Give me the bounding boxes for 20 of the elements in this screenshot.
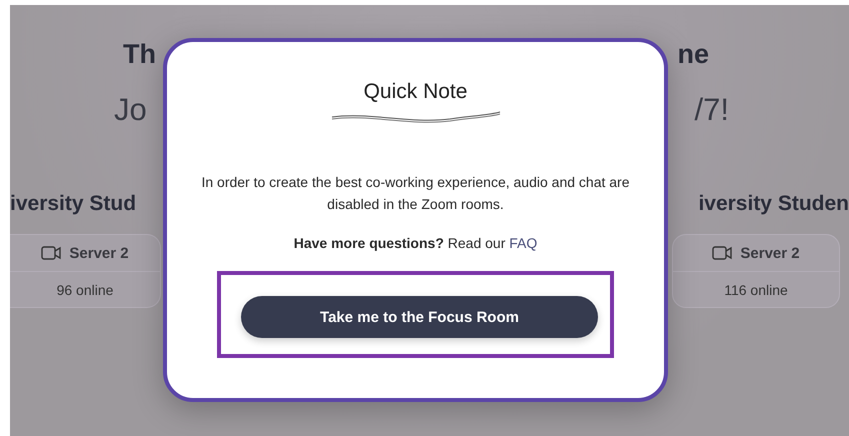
server-name: Server 2 bbox=[69, 244, 129, 262]
squiggle-underline-icon bbox=[330, 110, 502, 124]
group-title: iversity Stud bbox=[10, 192, 136, 216]
faq-link[interactable]: FAQ bbox=[509, 235, 538, 251]
server-card[interactable]: Server 2 116 online bbox=[672, 234, 840, 308]
server-name: Server 2 bbox=[740, 244, 800, 262]
video-camera-icon bbox=[712, 246, 732, 260]
dialog-title: Quick Note bbox=[364, 80, 468, 104]
subheading-text: /7! bbox=[694, 92, 729, 128]
server-card[interactable]: Server 2 96 online bbox=[10, 234, 161, 308]
heading-text: ne bbox=[677, 39, 709, 70]
online-count: 116 online bbox=[724, 282, 788, 298]
question-text: Have more questions? Read our bbox=[294, 235, 506, 251]
heading-text: Th bbox=[123, 39, 156, 70]
group-title: iversity Studen bbox=[698, 192, 849, 216]
subheading-text: Jo bbox=[114, 92, 147, 128]
online-count: 96 online bbox=[56, 282, 114, 298]
focus-room-button[interactable]: Take me to the Focus Room bbox=[241, 296, 598, 338]
dialog-message: In order to create the best co-working experience, audio and chat are disabled in the Zoom rooms. bbox=[200, 173, 631, 214]
video-camera-icon bbox=[41, 246, 62, 260]
